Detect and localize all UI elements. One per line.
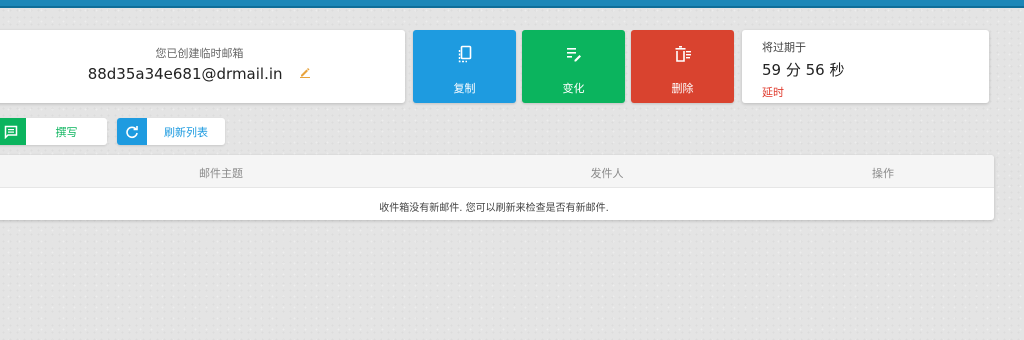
copy-button[interactable]: 复制 [413, 30, 516, 103]
compose-button-label: 撰写 [55, 125, 78, 139]
inbox-table: 邮件主题 发件人 操作 收件箱没有新邮件. 您可以刷新来检查是否有新邮件. [0, 155, 994, 220]
compose-button[interactable]: 撰写 [0, 118, 107, 145]
email-address[interactable]: 88d35a34e681@drmail.in [88, 65, 283, 83]
column-header-sender: 发件人 [590, 167, 624, 180]
pencil-icon[interactable] [299, 64, 311, 82]
refresh-icon [117, 118, 147, 145]
delete-button[interactable]: 删除 [631, 30, 734, 103]
email-card-caption: 您已创建临时邮箱 [155, 47, 244, 60]
refresh-list-button[interactable]: 刷新列表 [117, 118, 225, 145]
column-header-subject: 邮件主题 [199, 167, 243, 180]
top-bar [0, 0, 1024, 8]
expiry-countdown: 59 分 56 秒 [762, 61, 845, 79]
delete-button-label: 删除 [671, 82, 694, 95]
refresh-list-button-label: 刷新列表 [164, 125, 208, 139]
email-card: 您已创建临时邮箱 88d35a34e681@drmail.in [0, 30, 405, 103]
expiry-card: 将过期于 59 分 56 秒 延时 [742, 30, 989, 103]
expiry-caption: 将过期于 [762, 41, 806, 54]
edit-list-icon [522, 45, 625, 65]
column-header-actions: 操作 [872, 167, 894, 180]
message-icon [0, 118, 26, 145]
change-button[interactable]: 变化 [522, 30, 625, 103]
email-address-row: 88d35a34e681@drmail.in [0, 65, 405, 84]
extend-link[interactable]: 延时 [762, 84, 784, 100]
copy-icon [413, 45, 516, 65]
change-button-label: 变化 [562, 82, 585, 95]
trash-icon [631, 45, 734, 65]
copy-button-label: 复制 [453, 82, 476, 95]
inbox-empty-message: 收件箱没有新邮件. 您可以刷新来检查是否有新邮件. [379, 203, 609, 214]
inbox-header-row: 邮件主题 发件人 操作 [0, 155, 994, 188]
